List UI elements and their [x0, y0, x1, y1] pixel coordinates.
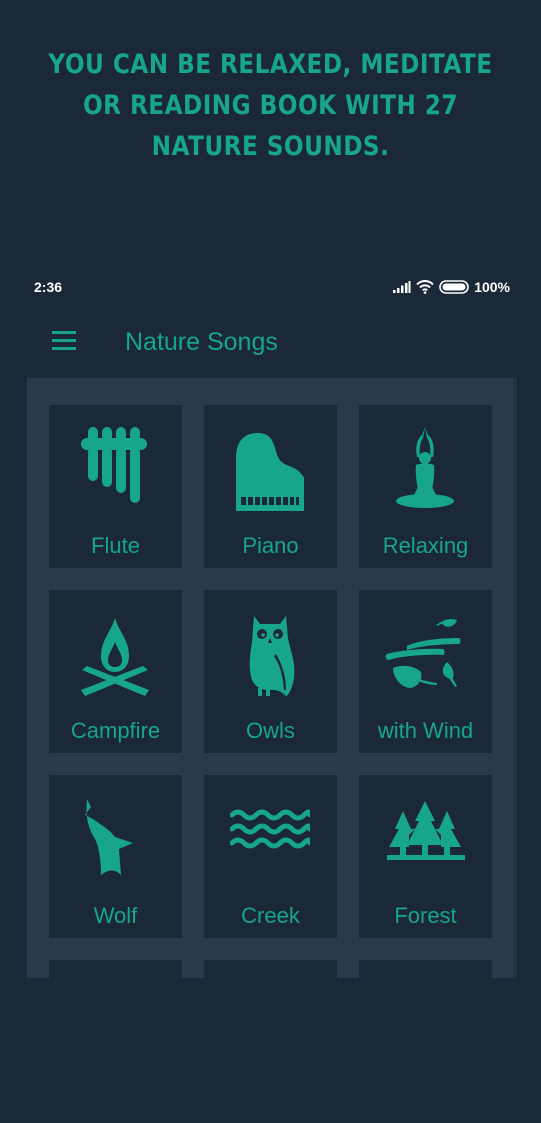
tile-relaxing[interactable]: Relaxing [359, 405, 492, 568]
status-bar: 2:36 100% [0, 276, 541, 298]
tile-label: Flute [91, 533, 140, 558]
tile-wolf[interactable]: Wolf [49, 775, 182, 938]
promo-headline: You can be relaxed, meditate or reading … [38, 44, 503, 167]
app-title: Nature Songs [125, 328, 278, 356]
signal-icon [393, 281, 411, 293]
battery-icon [439, 280, 469, 294]
tile-label: Owls [246, 718, 295, 743]
howling-wolf-icon [85, 799, 133, 875]
sound-grid: Flute Piano Relaxing Campfire Owls with … [27, 378, 513, 1123]
tile-label: with Wind [377, 718, 474, 743]
tile-label: Forest [394, 903, 457, 928]
app-bar: Nature Songs [0, 318, 541, 366]
promo-line: nature sounds. [151, 131, 390, 162]
pine-trees-icon [387, 801, 465, 860]
tile-label: Wolf [93, 903, 138, 928]
wind-leaves-icon [385, 619, 461, 688]
status-icons: 100% [393, 276, 510, 298]
tile-label: Relaxing [382, 533, 469, 558]
pan-flute-icon [81, 427, 147, 503]
wifi-icon [416, 280, 434, 294]
owl-icon [249, 616, 295, 696]
grand-piano-icon [236, 433, 304, 511]
meditation-icon [396, 427, 454, 508]
tile-creek[interactable]: Creek [204, 775, 337, 938]
tile-with-wind[interactable]: with Wind [359, 590, 492, 753]
water-waves-icon [230, 809, 310, 849]
tile-campfire[interactable]: Campfire [49, 590, 182, 753]
tile-forest[interactable]: Forest [359, 775, 492, 938]
tile-label: Campfire [70, 718, 161, 743]
promo-line: or reading book with 27 [83, 90, 458, 121]
tile-owls[interactable]: Owls [204, 590, 337, 753]
tile-label: Creek [241, 903, 300, 928]
tile-flute[interactable]: Flute [49, 405, 182, 568]
battery-percent: 100% [474, 279, 510, 295]
tile-next-row[interactable] [49, 960, 182, 1123]
hamburger-menu-icon[interactable] [50, 330, 78, 352]
tile-label: Piano [242, 533, 299, 558]
tile-next-row[interactable] [204, 960, 337, 1123]
tile-piano[interactable]: Piano [204, 405, 337, 568]
status-time: 2:36 [34, 279, 63, 295]
tile-next-row[interactable] [359, 960, 492, 1123]
promo-line: You can be relaxed, meditate [48, 49, 493, 80]
campfire-icon [81, 618, 149, 696]
